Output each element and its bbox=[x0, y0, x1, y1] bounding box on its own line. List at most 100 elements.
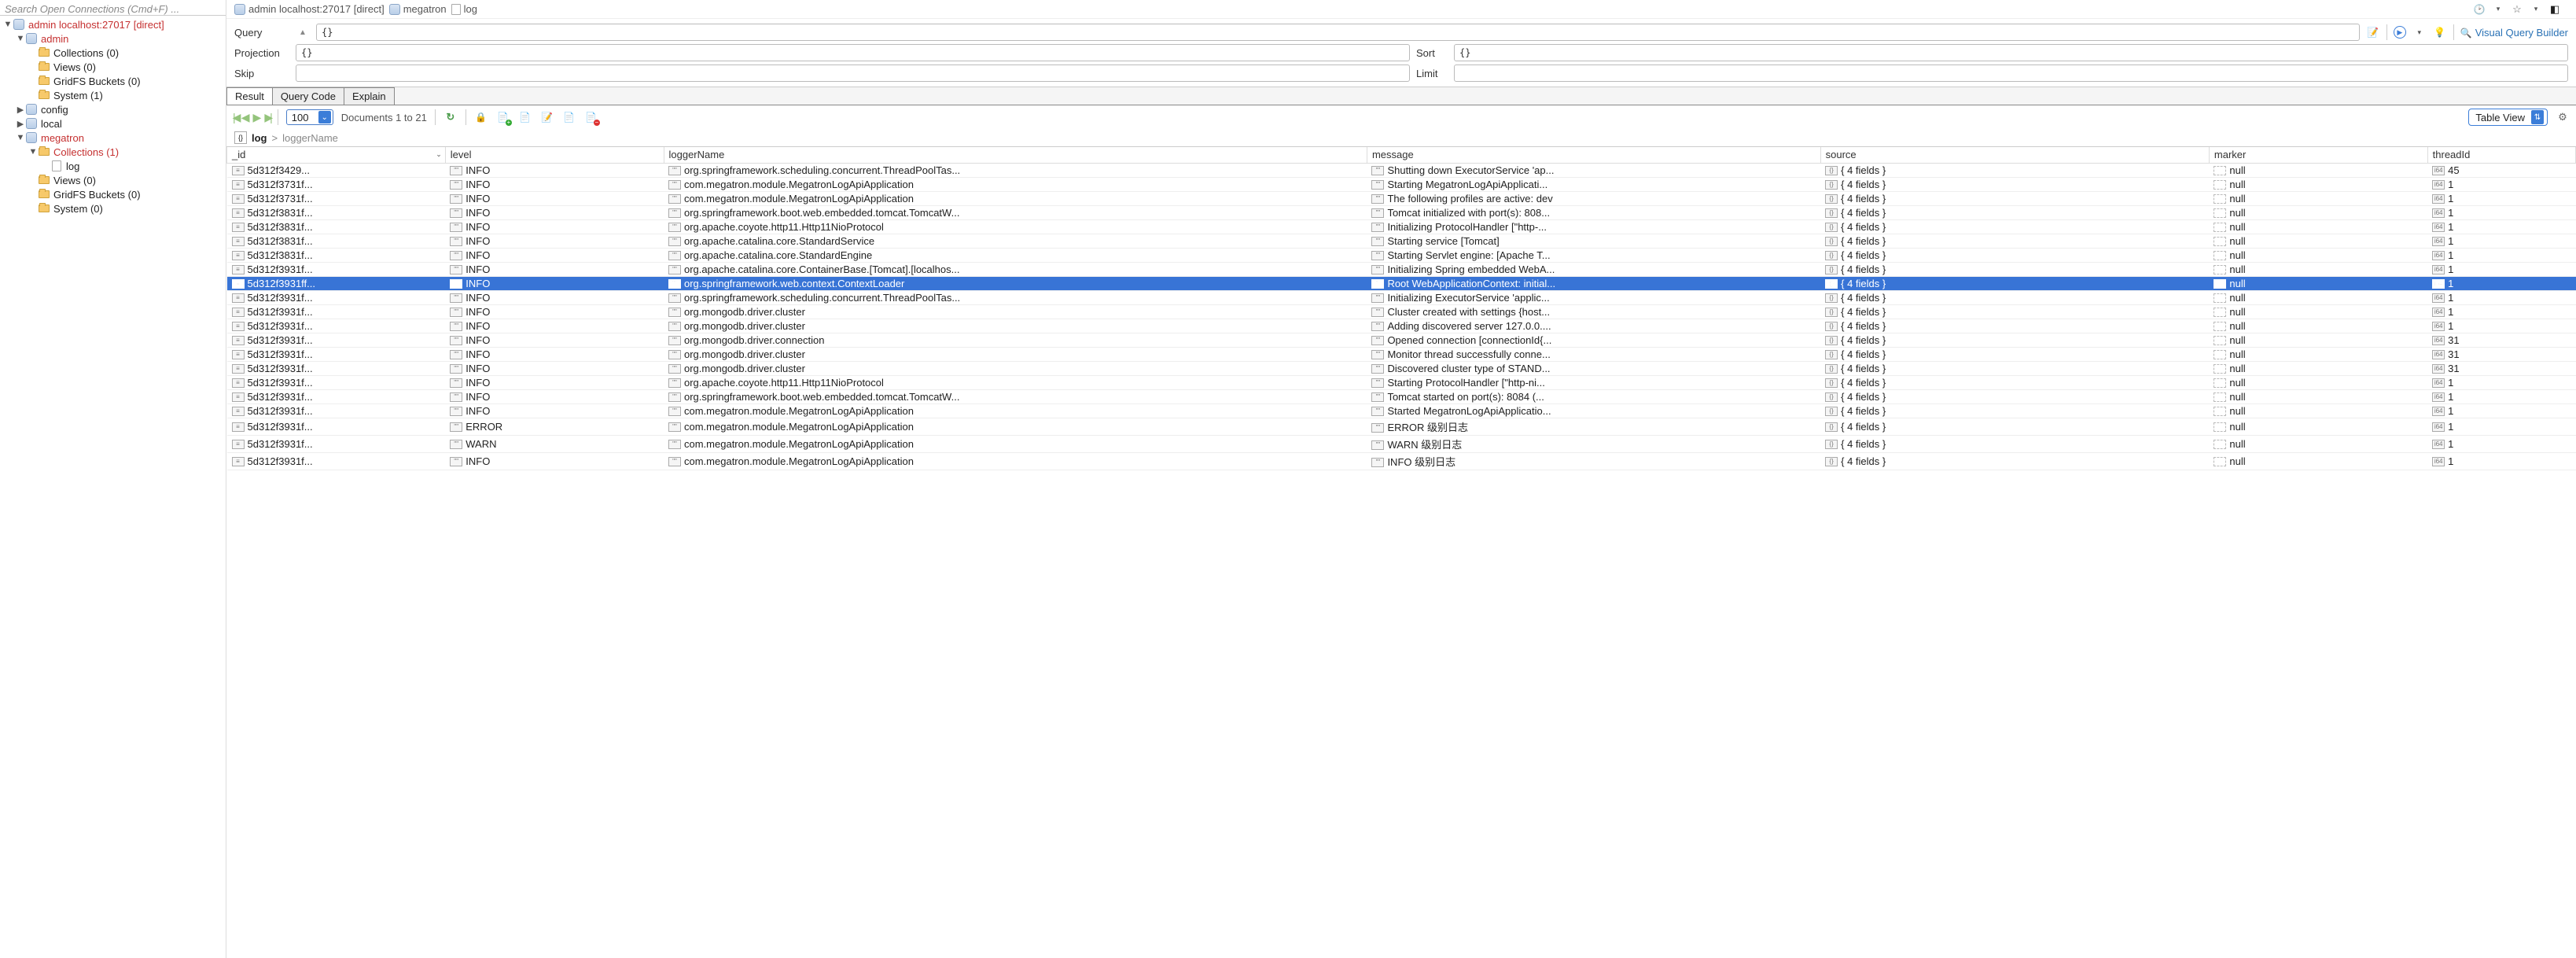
cell-_id[interactable]: ≡5d312f3429... bbox=[227, 163, 446, 177]
run-query-button[interactable]: ▶ bbox=[2394, 26, 2406, 39]
cell-source[interactable]: {}{ 4 fields } bbox=[1820, 234, 2209, 248]
edit-query-icon[interactable] bbox=[2366, 25, 2380, 39]
cell-_id[interactable]: ≡5d312f3931f... bbox=[227, 452, 446, 470]
expand-arrow-icon[interactable]: ▼ bbox=[16, 34, 25, 43]
cell-marker[interactable]: null bbox=[2209, 452, 2427, 470]
cell-level[interactable]: ""INFO bbox=[445, 163, 664, 177]
cell-level[interactable]: ""INFO bbox=[445, 361, 664, 375]
run-dropdown-icon[interactable] bbox=[2412, 25, 2427, 39]
path-column[interactable]: loggerName bbox=[282, 132, 338, 144]
sort-input[interactable] bbox=[1454, 44, 2568, 61]
table-row[interactable]: ≡5d312f3731f...""INFO""com.megatron.modu… bbox=[227, 177, 2576, 191]
edit-document-icon[interactable] bbox=[540, 110, 554, 124]
expand-arrow-icon[interactable]: ▶ bbox=[16, 105, 25, 115]
cell-_id[interactable]: ≡5d312f3931f... bbox=[227, 304, 446, 319]
page-size-select[interactable]: 100⌄ bbox=[286, 109, 333, 125]
cell-marker[interactable]: null bbox=[2209, 403, 2427, 418]
cell-threadid[interactable]: i641 bbox=[2427, 219, 2575, 234]
column-header-marker[interactable]: marker bbox=[2209, 147, 2427, 163]
cell-loggername[interactable]: ""org.springframework.boot.web.embedded.… bbox=[664, 389, 1367, 403]
bookmark-icon[interactable] bbox=[2510, 2, 2524, 17]
cell-_id[interactable]: ≡5d312f3931f... bbox=[227, 389, 446, 403]
cell-loggername[interactable]: ""com.megatron.module.MegatronLogApiAppl… bbox=[664, 452, 1367, 470]
cell-loggername[interactable]: ""com.megatron.module.MegatronLogApiAppl… bbox=[664, 177, 1367, 191]
limit-input[interactable] bbox=[1454, 64, 2568, 82]
cell-_id[interactable]: ≡5d312f3731f... bbox=[227, 177, 446, 191]
cell-marker[interactable]: null bbox=[2209, 262, 2427, 276]
cell-level[interactable]: ""INFO bbox=[445, 403, 664, 418]
cell-source[interactable]: {}{ 4 fields } bbox=[1820, 262, 2209, 276]
breadcrumb-connection[interactable]: admin localhost:27017 [direct] bbox=[234, 3, 385, 15]
tree-item-collections-0-[interactable]: Collections (0) bbox=[3, 46, 223, 60]
table-row[interactable]: ≡5d312f3831f...""INFO""org.apache.catali… bbox=[227, 248, 2576, 262]
visual-query-builder-link[interactable]: Visual Query Builder bbox=[2460, 27, 2568, 39]
cell-threadid[interactable]: i641 bbox=[2427, 191, 2575, 205]
tree-item-log[interactable]: log bbox=[3, 159, 223, 173]
cell-message[interactable]: ""Initializing ExecutorService 'applic..… bbox=[1367, 290, 1820, 304]
cell-source[interactable]: {}{ 4 fields } bbox=[1820, 177, 2209, 191]
cell-loggername[interactable]: ""com.megatron.module.MegatronLogApiAppl… bbox=[664, 435, 1367, 452]
cell-_id[interactable]: ≡5d312f3931f... bbox=[227, 333, 446, 347]
cell-marker[interactable]: null bbox=[2209, 276, 2427, 290]
cell-marker[interactable]: null bbox=[2209, 418, 2427, 435]
cell-source[interactable]: {}{ 4 fields } bbox=[1820, 435, 2209, 452]
cell-loggername[interactable]: ""org.apache.coyote.http11.Http11NioProt… bbox=[664, 375, 1367, 389]
history-dropdown-icon[interactable] bbox=[2491, 2, 2505, 17]
cell-message[interactable]: ""WARN 级别日志 bbox=[1367, 435, 1820, 452]
cell-threadid[interactable]: i6431 bbox=[2427, 333, 2575, 347]
table-row[interactable]: ≡5d312f3731f...""INFO""com.megatron.modu… bbox=[227, 191, 2576, 205]
first-page-icon[interactable]: |◀ bbox=[233, 111, 238, 124]
cell-_id[interactable]: ≡5d312f3831f... bbox=[227, 205, 446, 219]
query-collapse-icon[interactable]: ▲ bbox=[296, 25, 310, 39]
cell-threadid[interactable]: i641 bbox=[2427, 304, 2575, 319]
cell-marker[interactable]: null bbox=[2209, 177, 2427, 191]
cell-message[interactable]: ""Discovered cluster type of STAND... bbox=[1367, 361, 1820, 375]
cell-_id[interactable]: ≡5d312f3731f... bbox=[227, 191, 446, 205]
table-row[interactable]: ≡5d312f3931f...""INFO""com.megatron.modu… bbox=[227, 403, 2576, 418]
cell-loggername[interactable]: ""org.apache.catalina.core.StandardServi… bbox=[664, 234, 1367, 248]
cell-source[interactable]: {}{ 4 fields } bbox=[1820, 452, 2209, 470]
cell-level[interactable]: ""ERROR bbox=[445, 418, 664, 435]
tree-item-admin[interactable]: ▼admin bbox=[3, 31, 223, 46]
cell-loggername[interactable]: ""org.mongodb.driver.cluster bbox=[664, 319, 1367, 333]
result-grid[interactable]: _id⌄levelloggerNamemessagesourcemarkerth… bbox=[226, 146, 2576, 958]
cell-_id[interactable]: ≡5d312f3931f... bbox=[227, 319, 446, 333]
cell-loggername[interactable]: ""org.mongodb.driver.connection bbox=[664, 333, 1367, 347]
cell-threadid[interactable]: i641 bbox=[2427, 403, 2575, 418]
cell-threadid[interactable]: i641 bbox=[2427, 389, 2575, 403]
cell-marker[interactable]: null bbox=[2209, 319, 2427, 333]
cell-_id[interactable]: ≡5d312f3931f... bbox=[227, 262, 446, 276]
cell-marker[interactable]: null bbox=[2209, 205, 2427, 219]
cell-message[interactable]: ""Tomcat initialized with port(s): 808..… bbox=[1367, 205, 1820, 219]
cell-marker[interactable]: null bbox=[2209, 191, 2427, 205]
cell-level[interactable]: ""WARN bbox=[445, 435, 664, 452]
table-row[interactable]: ≡5d312f3931ff...""INFO""org.springframew… bbox=[227, 276, 2576, 290]
cell-message[interactable]: ""Initializing ProtocolHandler ["http-..… bbox=[1367, 219, 1820, 234]
cell-threadid[interactable]: i641 bbox=[2427, 234, 2575, 248]
cell-_id[interactable]: ≡5d312f3931f... bbox=[227, 375, 446, 389]
tree-item-megatron[interactable]: ▼megatron bbox=[3, 131, 223, 145]
cell-_id[interactable]: ≡5d312f3931f... bbox=[227, 435, 446, 452]
cell-marker[interactable]: null bbox=[2209, 435, 2427, 452]
cell-loggername[interactable]: ""org.mongodb.driver.cluster bbox=[664, 361, 1367, 375]
cell-message[interactable]: ""The following profiles are active: dev bbox=[1367, 191, 1820, 205]
view-document-icon[interactable] bbox=[518, 110, 532, 124]
tab-query-code[interactable]: Query Code bbox=[272, 87, 344, 105]
cell-level[interactable]: ""INFO bbox=[445, 234, 664, 248]
skip-input[interactable] bbox=[296, 64, 1410, 82]
cell-loggername[interactable]: ""com.megatron.module.MegatronLogApiAppl… bbox=[664, 418, 1367, 435]
cell-source[interactable]: {}{ 4 fields } bbox=[1820, 248, 2209, 262]
cell-loggername[interactable]: ""org.springframework.boot.web.embedded.… bbox=[664, 205, 1367, 219]
cell-source[interactable]: {}{ 4 fields } bbox=[1820, 276, 2209, 290]
cell-marker[interactable]: null bbox=[2209, 304, 2427, 319]
last-page-icon[interactable]: ▶| bbox=[264, 111, 269, 124]
cell-message[interactable]: ""Tomcat started on port(s): 8084 (... bbox=[1367, 389, 1820, 403]
cell-source[interactable]: {}{ 4 fields } bbox=[1820, 347, 2209, 361]
cell-message[interactable]: ""Adding discovered server 127.0.0.... bbox=[1367, 319, 1820, 333]
cell-source[interactable]: {}{ 4 fields } bbox=[1820, 304, 2209, 319]
cell-loggername[interactable]: ""org.mongodb.driver.cluster bbox=[664, 304, 1367, 319]
tree-item-gridfs-buckets-0-[interactable]: GridFS Buckets (0) bbox=[3, 187, 223, 201]
cell-threadid[interactable]: i641 bbox=[2427, 290, 2575, 304]
cell-source[interactable]: {}{ 4 fields } bbox=[1820, 389, 2209, 403]
cell-_id[interactable]: ≡5d312f3831f... bbox=[227, 234, 446, 248]
